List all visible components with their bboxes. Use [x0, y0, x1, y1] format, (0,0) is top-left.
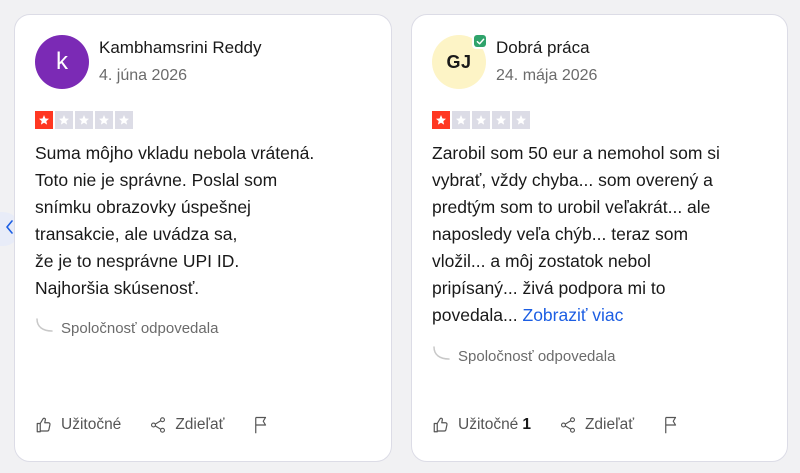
review-text-line: že je to nesprávne UPI ID.: [35, 251, 240, 271]
review-text-last-line: povedala... Zobraziť viac: [432, 302, 771, 329]
useful-label: Užitočné: [458, 416, 519, 433]
flag-icon: [252, 415, 270, 435]
reviewer-name[interactable]: Dobrá práca: [496, 38, 590, 58]
reply-label: Spoločnosť odpovedala: [458, 347, 616, 365]
star-rating: [35, 111, 133, 129]
company-replied: Spoločnosť odpovedala: [432, 346, 615, 366]
review-text-line: Suma môjho vkladu nebola vrátená.: [35, 143, 315, 163]
review-text-line: povedala...: [432, 305, 518, 325]
review-card: GJ Dobrá práca 24. mája 2026 Zarobil som…: [411, 14, 788, 462]
review-text-line: Najhoršia skúsenosť.: [35, 278, 200, 298]
star-icon: [55, 111, 73, 129]
review-text-line: Toto nie je správne. Poslal som: [35, 170, 278, 190]
reply-curve-icon: [35, 318, 55, 338]
star-icon: [35, 111, 53, 129]
review-text: Zarobil som 50 eur a nemohol som si vybr…: [432, 140, 771, 329]
review-text-line: predtým som to urobil veľakrát... ale: [432, 197, 711, 217]
share-button[interactable]: Zdieľať: [149, 416, 224, 434]
review-text-line: transakcie, ale uvádza sa,: [35, 224, 238, 244]
share-label: Zdieľať: [175, 416, 225, 433]
thumbs-up-icon: [432, 416, 450, 434]
useful-button[interactable]: Užitočné: [35, 416, 121, 434]
useful-count: 1: [522, 416, 531, 433]
reply-label: Spoločnosť odpovedala: [61, 319, 219, 337]
star-icon: [452, 111, 470, 129]
show-more-link[interactable]: Zobraziť viac: [523, 305, 624, 325]
review-text-line: snímku obrazovky úspešnej: [35, 197, 251, 217]
flag-icon: [662, 415, 680, 435]
avatar[interactable]: GJ: [432, 33, 488, 89]
review-date: 24. mája 2026: [496, 67, 598, 84]
review-actions: Užitočné Zdieľať: [35, 415, 298, 435]
avatar-initial: k: [56, 48, 68, 75]
company-replied: Spoločnosť odpovedala: [35, 318, 218, 338]
review-text: Suma môjho vkladu nebola vrátená. Toto n…: [35, 140, 375, 302]
review-text-line: Zarobil som 50 eur a nemohol som si: [432, 143, 720, 163]
star-icon: [115, 111, 133, 129]
review-text-line: vybrať, vždy chyba... som overený a: [432, 170, 713, 190]
review-date: 4. júna 2026: [99, 67, 188, 84]
reply-curve-icon: [432, 346, 452, 366]
useful-button[interactable]: Užitočné 1: [432, 416, 531, 434]
star-icon: [512, 111, 530, 129]
star-icon: [432, 111, 450, 129]
reviewer-name[interactable]: Kambhamsrini Reddy: [99, 38, 262, 58]
star-icon: [95, 111, 113, 129]
report-button[interactable]: [252, 415, 270, 435]
avatar[interactable]: k: [35, 35, 89, 89]
avatar-initials: GJ: [446, 51, 472, 72]
star-icon: [472, 111, 490, 129]
report-button[interactable]: [662, 415, 680, 435]
star-icon: [75, 111, 93, 129]
share-button[interactable]: Zdieľať: [559, 416, 634, 434]
review-card: k Kambhamsrini Reddy 4. júna 2026 Suma m…: [14, 14, 392, 462]
share-label: Zdieľať: [584, 416, 635, 433]
review-text-line: vložil... a môj zostatok nebol: [432, 251, 651, 271]
share-icon: [559, 416, 577, 434]
useful-label: Užitočné: [61, 416, 122, 433]
star-rating: [432, 111, 530, 129]
thumbs-up-icon: [35, 416, 53, 434]
star-icon: [492, 111, 510, 129]
review-text-line: pripísaný... živá podpora mi to: [432, 278, 666, 298]
review-actions: Užitočné 1 Zdieľať: [432, 415, 708, 435]
verified-badge-icon: [472, 33, 488, 49]
share-icon: [149, 416, 167, 434]
review-text-line: naposledy veľa chýb... teraz som: [432, 224, 689, 244]
